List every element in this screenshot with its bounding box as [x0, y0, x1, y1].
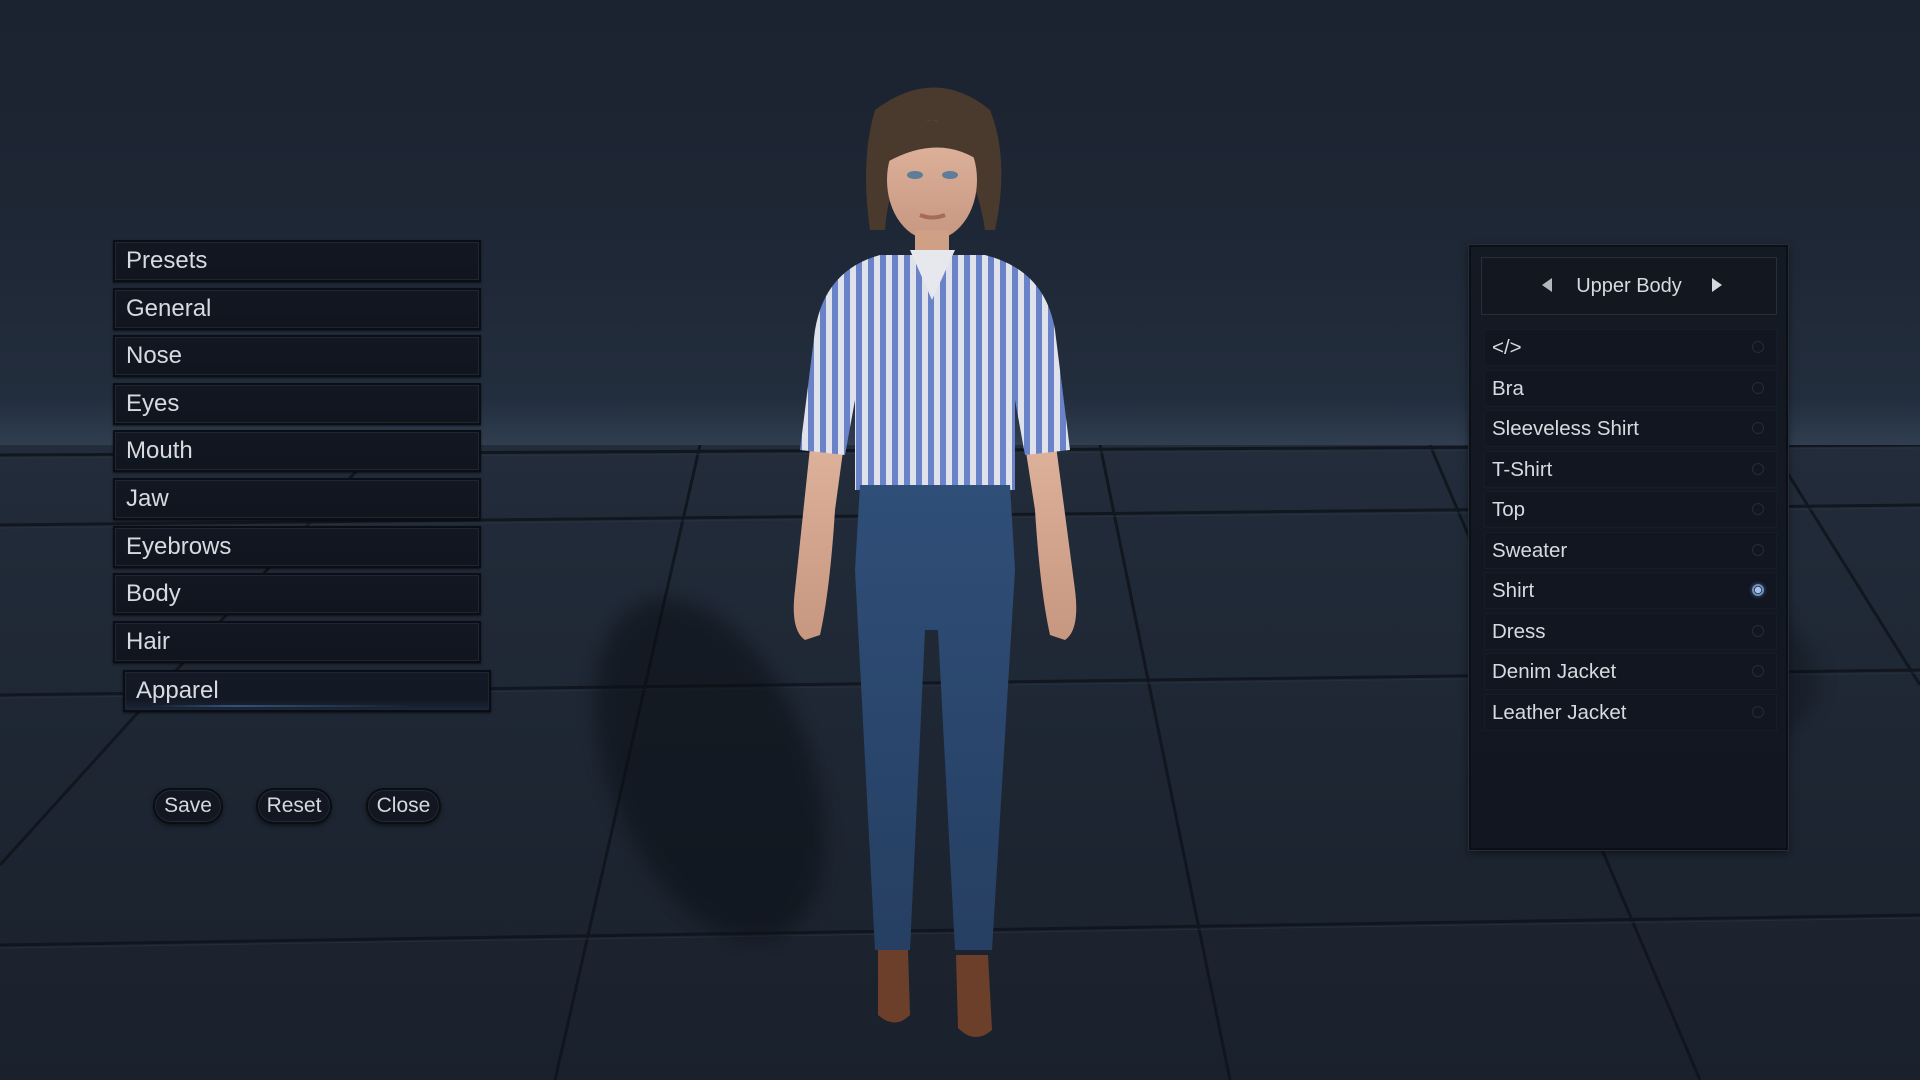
radio-button[interactable] [1752, 624, 1764, 637]
menu-item-jaw[interactable]: Jaw [113, 477, 481, 520]
menu-item-general[interactable]: General [113, 287, 481, 330]
option-label: Sleeveless Shirt [1492, 417, 1639, 440]
menu-item-eyes[interactable]: Eyes [113, 382, 481, 425]
apparel-options-panel: Upper Body </> Bra Sleeveless Shirt T-Sh… [1469, 245, 1788, 850]
option-label: </> [1492, 336, 1522, 359]
option-top[interactable]: Top [1484, 491, 1777, 528]
character-sandal-left [878, 950, 910, 1023]
radio-button[interactable] [1752, 665, 1764, 677]
triangle-right-icon[interactable] [1712, 278, 1722, 292]
menu-item-body[interactable]: Body [113, 573, 481, 616]
option-label: T-Shirt [1492, 457, 1553, 481]
menu-item-eyebrows[interactable]: Eyebrows [113, 525, 481, 568]
radio-button[interactable] [1752, 422, 1764, 434]
menu-item-mouth[interactable]: Mouth [113, 430, 481, 473]
category-selector: Upper Body [1481, 257, 1777, 315]
reset-button[interactable]: Reset [256, 788, 332, 824]
option-none[interactable]: </> [1484, 329, 1777, 366]
menu-item-hair[interactable]: Hair [113, 620, 481, 663]
menu-item-presets[interactable]: Presets [113, 240, 481, 282]
option-denim-jacket[interactable]: Denim Jacket [1484, 653, 1777, 690]
radio-button[interactable] [1752, 543, 1764, 556]
option-label: Dress [1492, 619, 1546, 643]
character-sandal-right [956, 955, 992, 1038]
option-dress[interactable]: Dress [1484, 612, 1777, 650]
option-bra[interactable]: Bra [1484, 369, 1777, 407]
option-sleeveless-shirt[interactable]: Sleeveless Shirt [1484, 410, 1777, 447]
option-leather-jacket[interactable]: Leather Jacket [1484, 693, 1777, 731]
close-button[interactable]: Close [366, 788, 441, 824]
radio-button[interactable] [1752, 503, 1764, 515]
save-button[interactable]: Save [153, 788, 223, 824]
option-label: Leather Jacket [1492, 700, 1627, 724]
category-title: Upper Body [1576, 275, 1682, 297]
menu-item-apparel[interactable]: Apparel [123, 669, 491, 712]
radio-button[interactable] [1752, 381, 1764, 394]
radio-button[interactable] [1752, 341, 1764, 353]
option-label: Bra [1492, 376, 1524, 400]
apparel-option-list: </> Bra Sleeveless Shirt T-Shirt Top Swe… [1484, 329, 1777, 734]
option-t-shirt[interactable]: T-Shirt [1484, 450, 1777, 488]
radio-button[interactable] [1752, 462, 1764, 475]
customization-category-menu: Presets General Nose Eyes Mouth Jaw Eyeb… [113, 240, 491, 717]
radio-button-selected[interactable] [1752, 584, 1764, 596]
menu-item-nose[interactable]: Nose [113, 335, 481, 378]
option-label: Sweater [1492, 538, 1568, 562]
option-sweater[interactable]: Sweater [1484, 531, 1777, 569]
character-jeans [855, 485, 1015, 950]
option-label: Shirt [1492, 579, 1535, 602]
option-shirt[interactable]: Shirt [1484, 572, 1777, 609]
floor-line [1098, 445, 1232, 1080]
option-label: Denim Jacket [1492, 660, 1617, 683]
character-model[interactable] [760, 70, 1110, 1050]
option-label: Top [1492, 498, 1526, 521]
radio-button[interactable] [1752, 705, 1764, 718]
